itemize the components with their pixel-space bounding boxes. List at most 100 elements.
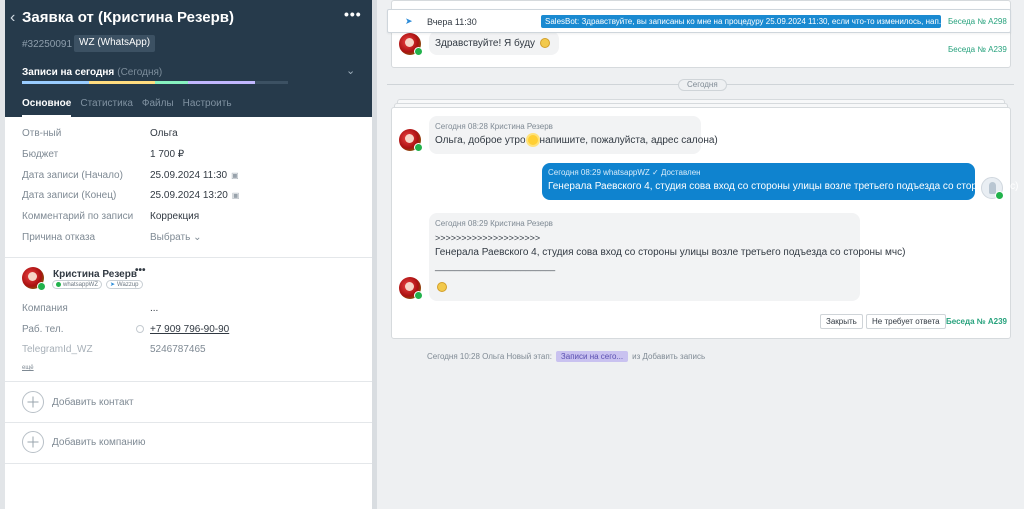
field-work-phone[interactable]: Раб. тел. +7 909 796-90-90 <box>22 324 362 345</box>
hand-emoji-icon <box>437 282 447 292</box>
whatsapp-icon <box>414 143 423 152</box>
message-meta: Сегодня 08:28 Кристина Резерв <box>435 122 553 131</box>
add-company-button[interactable]: Добавить компанию <box>22 431 145 453</box>
select-value: Выбрать <box>150 231 191 243</box>
conversation-link[interactable]: Беседа № А298 <box>948 17 1007 26</box>
conversation-link[interactable]: Беседа № А239 <box>946 317 1007 326</box>
badge-wazzup[interactable]: ➤ Wazzup <box>106 280 143 289</box>
field-label: Бюджет <box>22 148 59 160</box>
stage-sub: (Сегодня) <box>117 67 163 78</box>
message-text: Генерала Раевского 4, студия сова вход с… <box>548 181 1019 192</box>
message-text-part: напишите, пожалуйста, адрес салона) <box>539 135 718 146</box>
more-link[interactable]: ещё <box>22 365 34 371</box>
field-label: Причина отказа <box>22 231 96 243</box>
field-value[interactable]: ... <box>150 303 158 314</box>
chevron-down-icon: ⌄ <box>193 231 202 243</box>
add-company-label: Добавить компанию <box>52 436 146 448</box>
system-event: Сегодня 10:28 Ольга Новый этап: Записи н… <box>427 351 705 362</box>
field-value[interactable]: Коррекция <box>150 211 199 222</box>
reject-reason-select[interactable]: Выбрать ⌄ <box>150 232 201 243</box>
field-date-start[interactable]: Дата записи (Начало) 25.09.2024 11:30 ▣ <box>22 170 362 191</box>
calendar-icon[interactable]: ▣ <box>231 171 239 180</box>
message-bubble-incoming: Сегодня 08:29 Кристина Резерв >>>>>>>>>>… <box>429 213 905 301</box>
field-value: 25.09.2024 13:20 <box>150 190 228 202</box>
field-date-end[interactable]: Дата записи (Конец) 25.09.2024 13:20 ▣ <box>22 190 362 211</box>
field-value[interactable]: 5246787465 <box>150 344 206 355</box>
sun-emoji-icon <box>527 135 538 145</box>
field-label: Дата записи (Конец) <box>22 190 117 202</box>
back-arrow-icon[interactable]: ‹ <box>10 9 15 27</box>
field-comment[interactable]: Комментарий по записи Коррекция <box>22 211 362 232</box>
tab-files[interactable]: Файлы <box>142 98 174 117</box>
conversation-link[interactable]: Беседа № А239 <box>948 45 1007 54</box>
tab-statistics[interactable]: Статистика <box>80 98 133 117</box>
calendar-icon[interactable]: ▣ <box>232 191 240 200</box>
progress-segment <box>22 81 56 84</box>
lead-card-panel: ‹ Заявка от (Кристина Резерв) ••• #32250… <box>5 0 372 509</box>
whatsapp-icon <box>414 291 423 300</box>
field-budget[interactable]: Бюджет 1 700 ₽ <box>22 149 362 170</box>
lead-header: ‹ Заявка от (Кристина Резерв) ••• #32250… <box>5 0 372 117</box>
message-bubble: Здравствуйте! Я буду <box>429 31 559 55</box>
message-rule: ________________________ <box>435 261 556 271</box>
phone-icon[interactable] <box>136 324 144 333</box>
pipeline-progress-bar <box>22 81 288 84</box>
tab-main[interactable]: Основное <box>22 98 72 117</box>
salesbot-message[interactable]: SalesBot: Здравствуйте, вы записаны ко м… <box>541 15 941 28</box>
progress-segment <box>155 81 189 84</box>
progress-segment <box>254 81 288 84</box>
hand-emoji-icon <box>539 38 550 48</box>
lead-tabs: Основное Статистика Файлы Настроить <box>22 98 232 117</box>
contact-badges: whatsappWZ ➤ Wazzup <box>52 280 143 289</box>
contact-menu-button[interactable]: ••• <box>135 265 146 276</box>
plus-circle-icon <box>22 391 44 413</box>
pinned-bot-message[interactable]: ➤ Вчера 11:30 SalesBot: Здравствуйте, вы… <box>387 9 1011 33</box>
chevron-down-icon[interactable]: ⌄ <box>346 64 355 77</box>
whatsapp-icon <box>37 282 46 291</box>
whatsapp-icon <box>995 191 1004 200</box>
lead-tag[interactable]: WZ (WhatsApp) <box>74 35 156 52</box>
field-telegram-id[interactable]: TelegramId_WZ 5246787465 <box>22 344 362 365</box>
plus-circle-icon <box>22 431 44 453</box>
message-text-part: Здравствуйте! Я буду <box>435 38 536 49</box>
message-text: Ольга, доброе утро напишите, пожалуйста, … <box>435 135 718 146</box>
message-meta: Сегодня 08:29 Кристина Резерв <box>435 219 553 228</box>
field-value[interactable]: 1 700 ₽ <box>150 149 184 160</box>
tab-settings[interactable]: Настроить <box>183 98 232 117</box>
stage-chip[interactable]: Записи на сего... <box>555 351 629 362</box>
event-prefix: Сегодня 10:28 Ольга Новый этап: <box>427 352 552 361</box>
whatsapp-dot-icon <box>56 282 61 287</box>
message-meta-part: Сегодня 08:29 whatsappWZ <box>548 168 650 177</box>
pipeline-stage[interactable]: Записи на сегодня (Сегодня) <box>22 67 162 78</box>
divider <box>5 463 372 464</box>
message-bubble-incoming: Сегодня 08:28 Кристина Резерв Ольга, доб… <box>429 116 718 154</box>
field-value-wrap[interactable]: 25.09.2024 11:30 ▣ <box>150 170 239 181</box>
event-suffix: из Добавить запись <box>632 352 706 361</box>
day-separator-label: Сегодня <box>678 79 727 91</box>
badge-whatsapp[interactable]: whatsappWZ <box>52 280 103 289</box>
badge-label: Wazzup <box>117 282 139 288</box>
message-text-part: Ольга, доброе утро <box>435 135 526 146</box>
note-time: Вчера 11:30 <box>427 17 477 27</box>
contact-name[interactable]: Кристина Резерв <box>53 269 137 280</box>
field-label: TelegramId_WZ <box>22 344 93 356</box>
field-value[interactable]: Ольга <box>150 128 178 139</box>
lead-menu-button[interactable]: ••• <box>344 6 362 22</box>
no-reply-button[interactable]: Не требует ответа <box>866 314 946 329</box>
field-reject-reason[interactable]: Причина отказа Выбрать ⌄ <box>22 232 362 253</box>
telegram-icon: ➤ <box>110 282 116 288</box>
add-contact-button[interactable]: Добавить контакт <box>22 391 134 413</box>
progress-segment <box>88 81 122 84</box>
field-responsible[interactable]: Отв-ный Ольга <box>22 128 362 149</box>
phone-link[interactable]: +7 909 796-90-90 <box>150 324 229 335</box>
progress-segment <box>121 81 155 84</box>
add-contact-label: Добавить контакт <box>52 396 134 408</box>
divider <box>5 257 372 258</box>
close-button[interactable]: Закрыть <box>820 314 863 329</box>
progress-segment <box>221 81 255 84</box>
field-company[interactable]: Компания ... <box>22 303 362 324</box>
lead-fields: Отв-ный Ольга Бюджет 1 700 ₽ Дата записи… <box>22 128 362 253</box>
field-label: Отв-ный <box>22 128 62 139</box>
field-value-wrap[interactable]: 25.09.2024 13:20 ▣ <box>150 190 239 201</box>
lead-id: #32250091 <box>22 39 73 50</box>
